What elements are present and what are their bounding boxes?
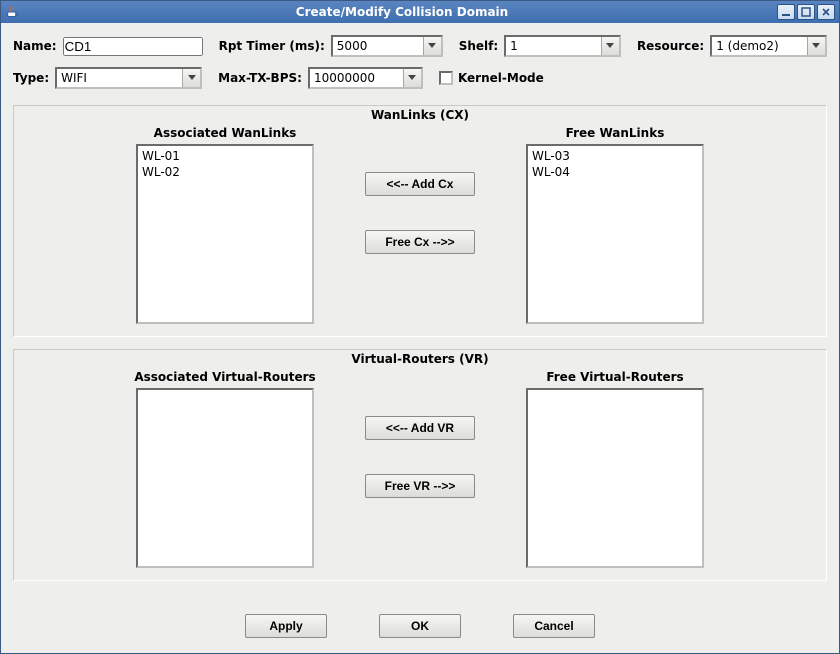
wanlinks-group: WanLinks (CX) Associated WanLinks WL-01W…: [13, 105, 827, 337]
maxtx-value: 10000000: [310, 69, 403, 87]
chevron-down-icon[interactable]: [601, 37, 619, 55]
free-vr-list[interactable]: [526, 388, 704, 568]
maxtx-combo[interactable]: 10000000: [308, 67, 423, 89]
vr-buttons-col: <<-- Add VR Free VR -->>: [335, 370, 505, 498]
shelf-combo[interactable]: 1: [504, 35, 621, 57]
assoc-vr-heading: Associated Virtual-Routers: [134, 370, 315, 384]
list-item[interactable]: WL-02: [142, 164, 308, 180]
form-row-2: Type: WIFI Max-TX-BPS: 10000000 Kernel-M…: [13, 67, 827, 89]
cancel-button[interactable]: Cancel: [513, 614, 595, 638]
list-item[interactable]: WL-04: [532, 164, 698, 180]
free-wanlinks-heading: Free WanLinks: [566, 126, 665, 140]
rpt-timer-label: Rpt Timer (ms):: [219, 39, 325, 53]
rpt-timer-combo[interactable]: 5000: [331, 35, 443, 57]
assoc-wanlinks-list[interactable]: WL-01WL-02: [136, 144, 314, 324]
assoc-wanlinks-col: Associated WanLinks WL-01WL-02: [115, 126, 335, 324]
ok-button[interactable]: OK: [379, 614, 461, 638]
maxtx-label: Max-TX-BPS:: [218, 71, 302, 85]
add-cx-button[interactable]: <<-- Add Cx: [365, 172, 475, 196]
wanlinks-buttons-col: <<-- Add Cx Free Cx -->>: [335, 126, 505, 254]
chevron-down-icon[interactable]: [182, 69, 200, 87]
chevron-down-icon[interactable]: [423, 37, 441, 55]
add-vr-button[interactable]: <<-- Add VR: [365, 416, 475, 440]
free-wanlinks-col: Free WanLinks WL-03WL-04: [505, 126, 725, 324]
resource-combo[interactable]: 1 (demo2): [710, 35, 827, 57]
rpt-timer-value: 5000: [333, 37, 423, 55]
window-buttons: [777, 4, 835, 20]
free-wanlinks-list[interactable]: WL-03WL-04: [526, 144, 704, 324]
footer-bar: Apply OK Cancel: [1, 607, 839, 653]
java-cup-icon: [5, 4, 21, 20]
assoc-wanlinks-heading: Associated WanLinks: [154, 126, 297, 140]
free-vr-col: Free Virtual-Routers: [505, 370, 725, 568]
titlebar: Create/Modify Collision Domain: [1, 1, 839, 23]
content-area: Name: Rpt Timer (ms): 5000 Shelf: 1 Reso…: [1, 23, 839, 607]
list-item[interactable]: WL-01: [142, 148, 308, 164]
type-value: WIFI: [57, 69, 182, 87]
window-title: Create/Modify Collision Domain: [27, 5, 777, 19]
window-root: Create/Modify Collision Domain Name: Rpt…: [0, 0, 840, 654]
form-row-1: Name: Rpt Timer (ms): 5000 Shelf: 1 Reso…: [13, 35, 827, 57]
vr-group-title: Virtual-Routers (VR): [24, 352, 816, 366]
assoc-vr-col: Associated Virtual-Routers: [115, 370, 335, 568]
assoc-vr-list[interactable]: [136, 388, 314, 568]
name-label: Name:: [13, 39, 57, 53]
resource-label: Resource:: [637, 39, 704, 53]
vr-body: Associated Virtual-Routers <<-- Add VR F…: [24, 370, 816, 568]
resource-value: 1 (demo2): [712, 37, 807, 55]
vr-group: Virtual-Routers (VR) Associated Virtual-…: [13, 349, 827, 581]
apply-button[interactable]: Apply: [245, 614, 327, 638]
wanlinks-group-title: WanLinks (CX): [24, 108, 816, 122]
type-label: Type:: [13, 71, 49, 85]
shelf-value: 1: [506, 37, 601, 55]
free-vr-button[interactable]: Free VR -->>: [365, 474, 475, 498]
wanlinks-body: Associated WanLinks WL-01WL-02 <<-- Add …: [24, 126, 816, 324]
close-button[interactable]: [817, 4, 835, 20]
maximize-button[interactable]: [797, 4, 815, 20]
type-combo[interactable]: WIFI: [55, 67, 202, 89]
kernel-mode-checkbox[interactable]: [439, 71, 453, 85]
shelf-label: Shelf:: [459, 39, 498, 53]
free-vr-heading: Free Virtual-Routers: [546, 370, 683, 384]
kernel-mode-label: Kernel-Mode: [458, 71, 544, 85]
chevron-down-icon[interactable]: [807, 37, 825, 55]
name-input[interactable]: [63, 37, 203, 56]
minimize-button[interactable]: [777, 4, 795, 20]
list-item[interactable]: WL-03: [532, 148, 698, 164]
chevron-down-icon[interactable]: [403, 69, 421, 87]
free-cx-button[interactable]: Free Cx -->>: [365, 230, 475, 254]
